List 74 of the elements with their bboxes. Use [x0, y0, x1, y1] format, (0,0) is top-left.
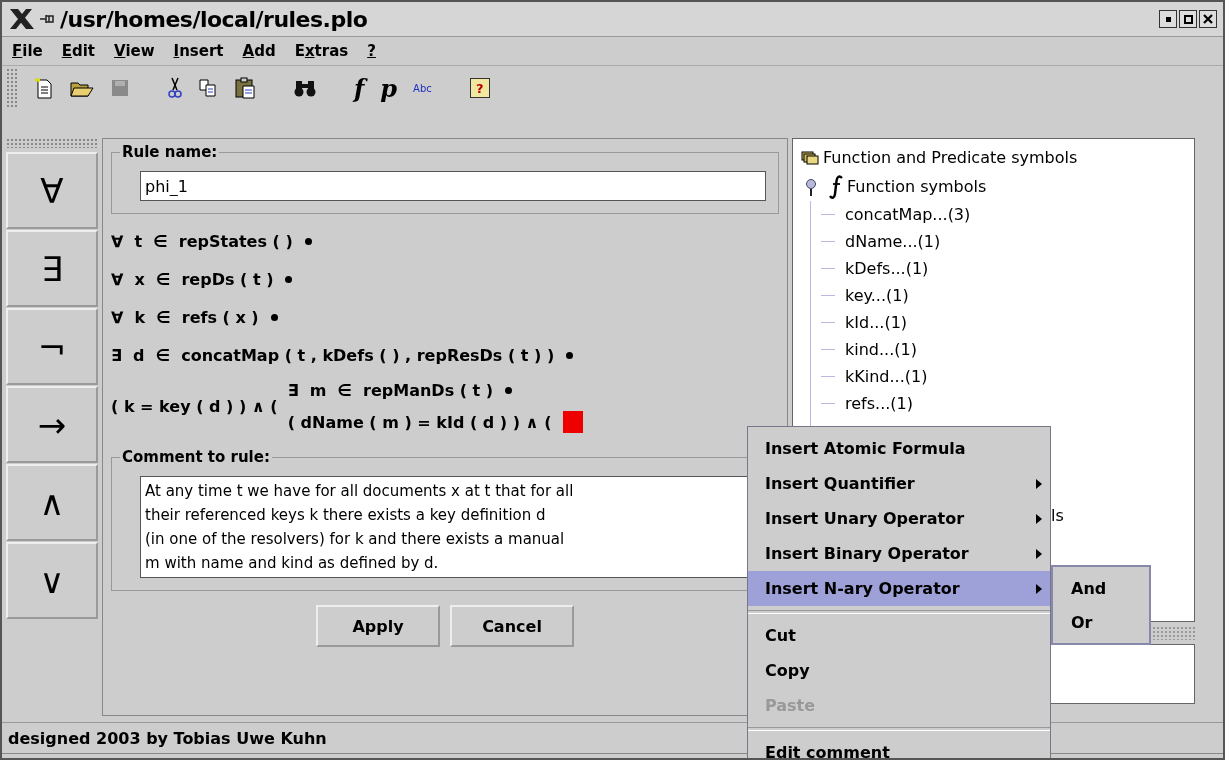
bullet-icon: [566, 351, 574, 359]
context-menu-item[interactable]: Insert N-ary Operator: [748, 571, 1050, 606]
tree-item[interactable]: kDefs...(1): [845, 259, 929, 278]
operator-button[interactable]: →: [6, 386, 98, 463]
tree-item[interactable]: key...(1): [845, 286, 909, 305]
tree-item[interactable]: ls: [1051, 506, 1064, 525]
comment-label: Comment to rule:: [121, 448, 271, 466]
help-button[interactable]: ?: [469, 78, 490, 98]
clipboard-icon[interactable]: [234, 77, 256, 99]
formula-line[interactable]: ∀ x ∈ repDs ( t ): [111, 269, 274, 289]
expand-handle-icon[interactable]: [805, 177, 817, 196]
menu-item[interactable]: Edit: [61, 42, 96, 60]
tree-item[interactable]: kind...(1): [845, 340, 917, 359]
copy-icon[interactable]: [198, 78, 218, 98]
rule-name-field[interactable]: phi_1: [140, 171, 766, 201]
menu-item[interactable]: Insert: [173, 42, 224, 60]
submenu-item[interactable]: And: [1053, 571, 1149, 605]
folders-icon: [801, 150, 819, 165]
bullet-icon: [285, 275, 293, 283]
tree-item[interactable]: dName...(1): [845, 232, 941, 251]
close-button[interactable]: [1199, 10, 1217, 28]
function-icon: [829, 174, 843, 199]
scissors-icon[interactable]: [168, 77, 182, 99]
bullet-icon: [505, 386, 513, 394]
menu-item[interactable]: Extras: [294, 42, 349, 60]
menu-item[interactable]: File: [12, 42, 43, 60]
context-menu-item[interactable]: Copy: [748, 653, 1050, 688]
x-logo-icon: [8, 7, 36, 31]
menu-item[interactable]: Add: [242, 42, 276, 60]
status-text: designed 2003 by Tobias Uwe Kuhn: [8, 728, 327, 748]
operator-button[interactable]: ∨: [6, 542, 98, 619]
window-title: /usr/homes/local/rules.plo: [60, 6, 368, 32]
operator-button[interactable]: ¬: [6, 308, 98, 385]
pin-icon[interactable]: [40, 13, 56, 25]
formula-line[interactable]: ∃ m ∈ repManDs ( t ): [287, 380, 494, 400]
binoculars-icon[interactable]: [294, 79, 316, 97]
tree-item[interactable]: refs...(1): [845, 394, 913, 413]
maximize-button[interactable]: [1179, 10, 1197, 28]
context-menu-item[interactable]: Insert Quantifier: [748, 466, 1050, 501]
formula-line[interactable]: ∀ k ∈ refs ( x ): [111, 307, 259, 327]
context-menu-item[interactable]: Edit comment: [748, 735, 1050, 758]
minimize-button[interactable]: [1159, 10, 1177, 28]
predicate-button[interactable]: p: [380, 73, 398, 103]
spellcheck-button[interactable]: Abc: [413, 82, 432, 94]
new-file-icon[interactable]: [34, 77, 54, 99]
comment-field[interactable]: At any time t we have for all documents x at t that for all their referenced keys k there exists a key definition d (in one of the resolvers) for k and there exists a manual m with name and kind as defined by d.: [140, 476, 750, 578]
operator-button[interactable]: ∧: [6, 464, 98, 541]
tree-item[interactable]: kId...(1): [845, 313, 908, 332]
operator-button[interactable]: ∃: [6, 230, 98, 307]
submenu-item[interactable]: Or: [1053, 605, 1149, 639]
tree-item[interactable]: Function and Predicate symbols: [823, 148, 1078, 167]
formula-line[interactable]: ( dName ( m ) = kId ( d ) ) ∧ (: [287, 412, 552, 432]
toolbar-grip[interactable]: [6, 68, 18, 108]
formula-placeholder[interactable]: [563, 411, 584, 433]
bullet-icon: [270, 313, 278, 321]
context-menu-item[interactable]: Insert Atomic Formula: [748, 431, 1050, 466]
operator-button[interactable]: ∀: [6, 152, 98, 229]
menu-item[interactable]: ?: [367, 42, 376, 60]
formula-line[interactable]: ( k = key ( d ) ) ∧ (: [111, 396, 278, 416]
tree-item[interactable]: Function symbols: [847, 177, 987, 196]
tree-item[interactable]: concatMap...(3): [845, 205, 971, 224]
context-menu-item[interactable]: Insert Binary Operator: [748, 536, 1050, 571]
formula-line[interactable]: ∃ d ∈ concatMap ( t , kDefs ( ) , repResDs ( t ) ): [111, 345, 555, 365]
dialog-button[interactable]: Cancel: [450, 605, 574, 647]
close-icon: [1203, 14, 1213, 24]
bullet-icon: [304, 237, 312, 245]
context-menu-item[interactable]: Cut: [748, 618, 1050, 653]
formula-line[interactable]: ∀ t ∈ repStates ( ): [111, 231, 293, 251]
dialog-button[interactable]: Apply: [316, 605, 440, 647]
context-menu-item[interactable]: Insert Unary Operator: [748, 501, 1050, 536]
rule-name-label: Rule name:: [121, 143, 219, 161]
menu-item[interactable]: View: [114, 42, 155, 60]
tree-item[interactable]: kKind...(1): [845, 367, 928, 386]
toolbar-grip[interactable]: [6, 138, 98, 148]
